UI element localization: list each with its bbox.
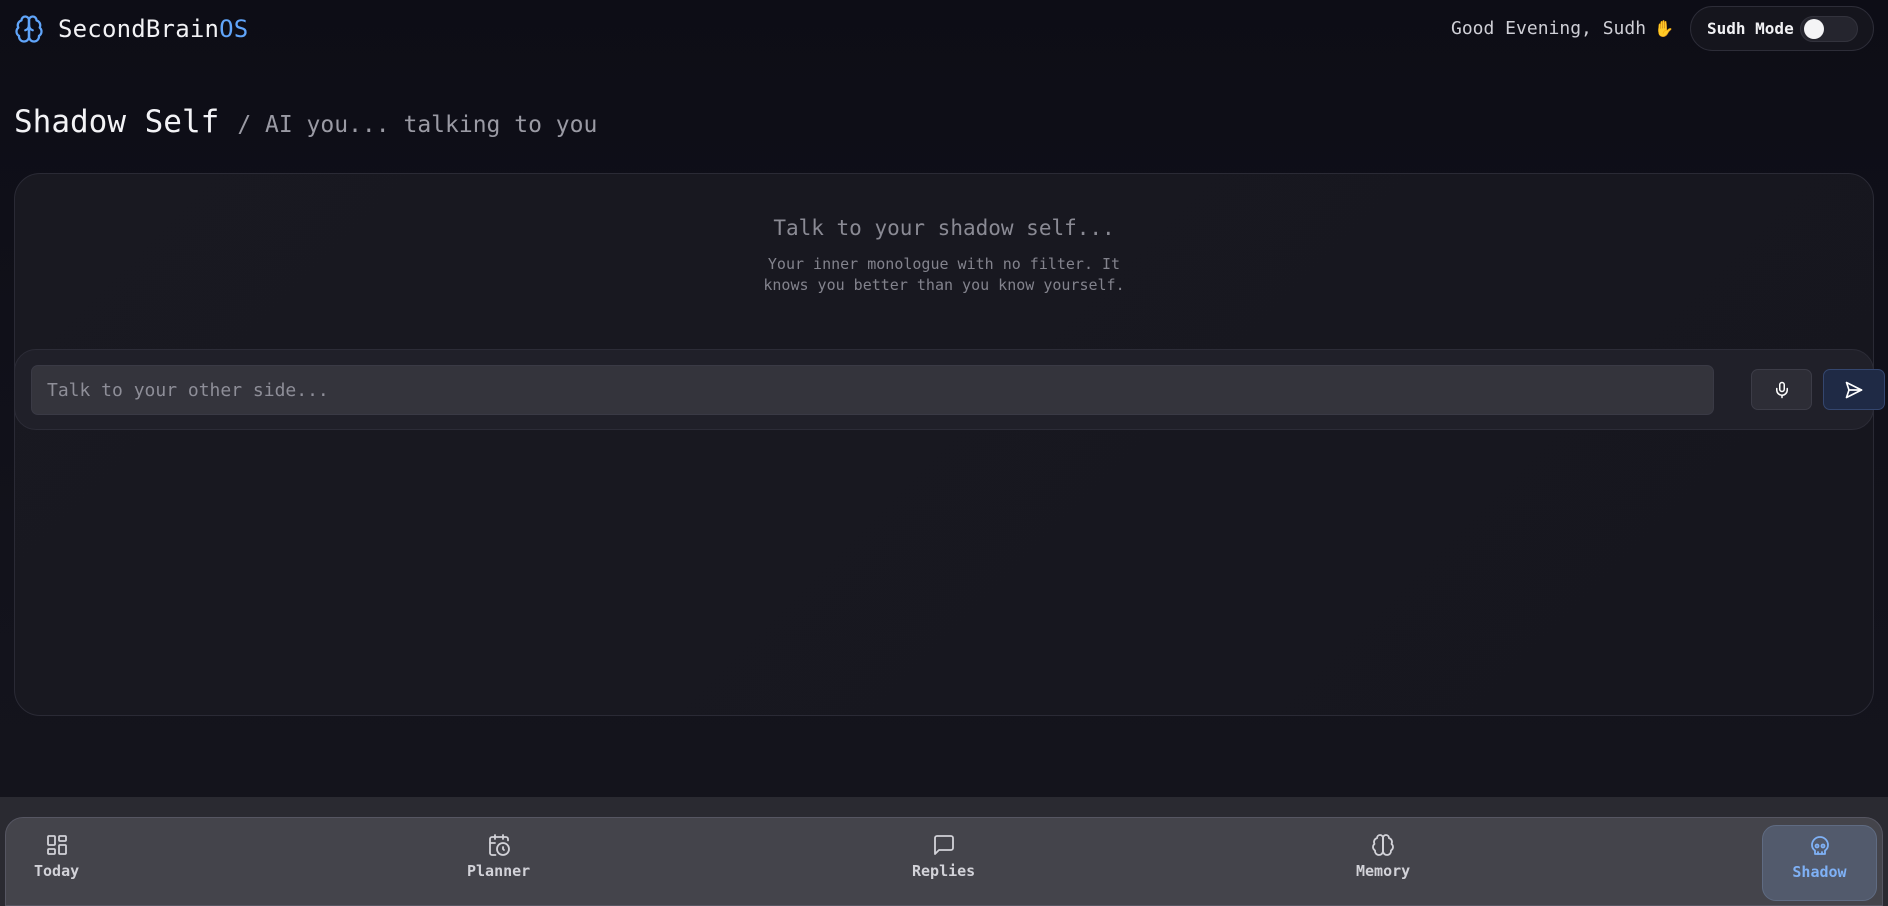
send-icon (1845, 381, 1863, 398)
page-heading: Shadow Self / AI you... talking to you (14, 104, 597, 140)
waving-hand-icon: ✋ (1654, 19, 1674, 38)
greeting: Good Evening, Sudh ✋ (1451, 18, 1674, 39)
nav-label: Memory (1356, 862, 1411, 880)
brand-accent-text: OS (219, 15, 249, 43)
mode-label: Sudh Mode (1707, 19, 1794, 38)
bottom-nav: Today Planner Replies Memory Shadow (5, 817, 1883, 906)
sudh-mode-toggle[interactable] (1800, 16, 1858, 42)
app-header: SecondBrainOS Good Evening, Sudh ✋ Sudh … (0, 0, 1888, 58)
nav-item-memory[interactable]: Memory (1356, 833, 1410, 897)
skull-icon (1810, 836, 1829, 855)
sudh-mode-control: Sudh Mode (1690, 6, 1874, 51)
page-subtitle: / AI you... talking to you (237, 112, 598, 138)
empty-state-title: Talk to your shadow self... (773, 216, 1115, 240)
chat-input[interactable] (31, 365, 1714, 415)
brand-name: SecondBrainOS (58, 15, 248, 43)
brain-logo-icon (15, 15, 43, 43)
mic-button[interactable] (1751, 369, 1812, 410)
empty-state-description: Your inner monologue with no filter. It … (763, 255, 1125, 294)
greeting-text: Good Evening, Sudh (1451, 18, 1647, 39)
nav-label: Shadow (1792, 863, 1847, 881)
brand-logo[interactable]: SecondBrainOS (14, 14, 248, 44)
toggle-knob (1804, 19, 1824, 39)
page-title: Shadow Self (14, 104, 220, 140)
dashboard-grid-icon (46, 835, 67, 855)
nav-item-shadow[interactable]: Shadow (1762, 825, 1877, 901)
chat-bubble-icon (933, 835, 954, 855)
nav-item-planner[interactable]: Planner (467, 833, 530, 897)
chat-panel: Talk to your shadow self... Your inner m… (14, 173, 1885, 716)
nav-label: Today (34, 862, 80, 880)
brand-text: SecondBrain (58, 15, 220, 43)
nav-item-replies[interactable]: Replies (912, 833, 975, 897)
send-button[interactable] (1823, 369, 1885, 410)
microphone-icon (1775, 381, 1788, 398)
calendar-clock-icon (488, 834, 510, 856)
nav-label: Replies (912, 862, 976, 880)
chat-input-bar (14, 349, 1885, 430)
nav-item-today[interactable]: Today (34, 833, 79, 897)
brain-icon (1372, 834, 1394, 856)
nav-label: Planner (467, 862, 531, 880)
